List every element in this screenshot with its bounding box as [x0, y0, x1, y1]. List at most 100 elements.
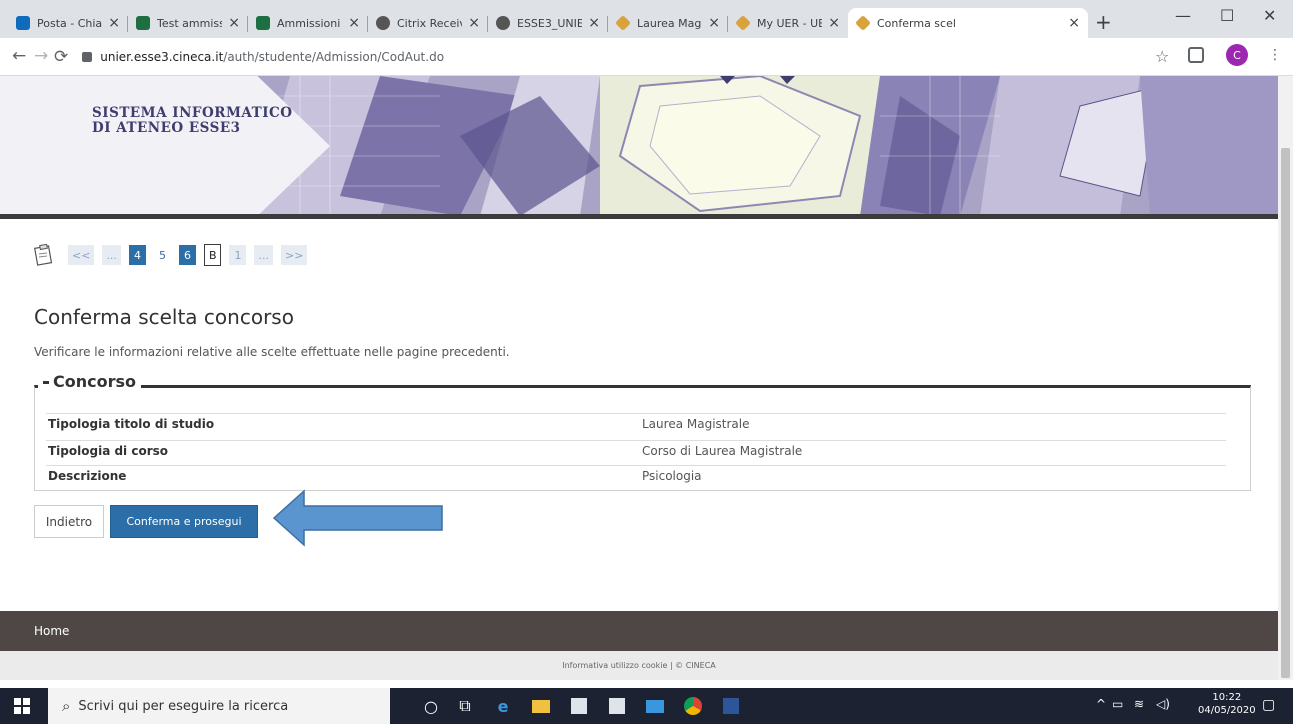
pager-step-6[interactable]: 6 [178, 245, 196, 265]
row-label: Descrizione [48, 469, 127, 483]
tab-title: Test ammissio [157, 16, 223, 30]
search-icon: ⌕ [62, 697, 71, 715]
pager-step-4[interactable]: 4 [128, 245, 146, 265]
pager-current-step: B [203, 244, 222, 266]
browser-toolbar: ← → ⟳ ⟳ unier.esse3.cineca.it /auth/stud… [0, 38, 1293, 76]
notifications-icon[interactable]: ▢ [1262, 697, 1275, 713]
cortana-icon[interactable]: ○ [418, 694, 444, 718]
tab-title: My UER - UER [757, 16, 823, 30]
gift-icon[interactable] [604, 694, 630, 718]
row-label: Tipologia di corso [48, 444, 169, 458]
pager-step-1[interactable]: 1 [229, 245, 247, 265]
tab-close-icon[interactable]: × [1068, 15, 1080, 31]
tab-title: ESSE3_UNIER [517, 16, 583, 30]
browser-tab[interactable]: Citrix Receiver × [368, 8, 488, 38]
search-placeholder: Scrivi qui per eseguire la ricerca [78, 698, 289, 714]
pager-step-5[interactable]: 5 [154, 245, 171, 265]
globe-icon [496, 16, 510, 30]
tab-close-icon[interactable]: × [348, 15, 360, 31]
browser-tab[interactable]: Test ammissio × [128, 8, 248, 38]
new-tab-icon[interactable]: + [1095, 10, 1112, 34]
lock-icon [82, 52, 93, 62]
tray-chevron-icon[interactable]: ^ [1096, 697, 1106, 711]
banner-title: SISTEMA INFORMATICO DI ATENEO ESSE3 [92, 106, 293, 136]
reload-icon[interactable]: ⟳ [54, 47, 68, 67]
footer-nav: Home [0, 611, 1278, 651]
excel-icon [136, 16, 150, 30]
pager-ellipsis: ... [254, 245, 273, 265]
menu-dots-icon[interactable]: ⋮ [1268, 47, 1282, 63]
wifi-icon[interactable]: ≋ [1134, 697, 1144, 711]
outlook-icon [16, 16, 30, 30]
browser-tab-active[interactable]: Conferma scel × [848, 8, 1088, 38]
browser-tab[interactable]: Ammissioni M × [248, 8, 368, 38]
edge-icon[interactable]: e [490, 694, 516, 718]
volume-icon[interactable]: ◁) [1156, 697, 1170, 711]
mail-icon[interactable] [642, 694, 668, 718]
battery-icon[interactable]: ▭ [1112, 697, 1123, 711]
tab-close-icon[interactable]: × [708, 15, 720, 31]
footer-home-link[interactable]: Home [34, 624, 69, 638]
browser-tab[interactable]: ESSE3_UNIER × [488, 8, 608, 38]
tab-close-icon[interactable]: × [108, 15, 120, 31]
excel-icon [256, 16, 270, 30]
legend-text: Concorso [53, 372, 137, 391]
tab-close-icon[interactable]: × [468, 15, 480, 31]
pager-ellipsis: ... [102, 245, 121, 265]
banner-title-line2: DI ATENEO ESSE3 [92, 120, 241, 136]
back-arrow-icon[interactable]: ← [12, 46, 26, 66]
profile-avatar[interactable]: C [1226, 44, 1248, 66]
tab-title: Citrix Receiver [397, 16, 462, 30]
confirm-button[interactable]: Conferma e prosegui [110, 505, 258, 538]
file-explorer-icon[interactable] [528, 694, 554, 718]
row-value: Laurea Magistrale [642, 417, 750, 431]
uer-icon [615, 15, 631, 31]
fieldset-legend: Concorso [38, 372, 142, 391]
windows-taskbar: ⌕ Scrivi qui per eseguire la ricerca ○ ⧉… [0, 688, 1293, 724]
forward-arrow-icon[interactable]: → [34, 46, 48, 66]
task-view-icon[interactable]: ⧉ [452, 694, 478, 718]
tab-title: Laurea Magist [637, 16, 702, 30]
extension-icon[interactable] [1188, 47, 1204, 63]
maximize-icon[interactable]: ☐ [1220, 6, 1234, 25]
row-label: Tipologia titolo di studio [48, 417, 215, 431]
tab-close-icon[interactable]: × [228, 15, 240, 31]
pager-last[interactable]: >> [280, 245, 308, 265]
pager-first[interactable]: << [68, 245, 95, 265]
word-icon[interactable] [718, 694, 744, 718]
tab-title: Ammissioni M [277, 16, 342, 30]
table-row: Descrizione Psicologia [46, 465, 1226, 485]
browser-tab[interactable]: Laurea Magist × [608, 8, 728, 38]
taskbar-search-input[interactable]: ⌕ Scrivi qui per eseguire la ricerca [48, 688, 390, 724]
back-button[interactable]: Indietro [34, 505, 104, 538]
url-path: /auth/studente/Admission/CodAut.do [223, 50, 445, 64]
clipboard-icon [34, 244, 53, 266]
close-window-icon[interactable]: ✕ [1263, 6, 1276, 25]
site-banner: SISTEMA INFORMATICO DI ATENEO ESSE3 [0, 76, 1278, 216]
table-row: Tipologia di corso Corso di Laurea Magis… [46, 440, 1226, 460]
chrome-icon[interactable] [680, 694, 706, 718]
clock-time: 10:22 [1212, 692, 1242, 703]
tab-close-icon[interactable]: × [588, 15, 600, 31]
uer-icon [855, 15, 871, 31]
browser-tab[interactable]: My UER - UER × [728, 8, 848, 38]
tab-title: Posta - Chiara [37, 16, 103, 30]
scrollbar-thumb[interactable] [1281, 148, 1290, 678]
uer-icon [735, 15, 751, 31]
bookmark-star-icon[interactable]: ☆ [1155, 47, 1169, 66]
minimize-icon[interactable]: — [1175, 6, 1191, 25]
legend-bar [43, 381, 49, 384]
windows-start-icon[interactable] [14, 698, 30, 714]
pointer-arrow-annotation [272, 489, 443, 547]
citrix-icon [376, 16, 390, 30]
row-value: Corso di Laurea Magistrale [642, 444, 803, 458]
tab-close-icon[interactable]: × [828, 15, 840, 31]
browser-tab[interactable]: Posta - Chiara × [8, 8, 128, 38]
address-bar[interactable]: ⟳ unier.esse3.cineca.it /auth/studente/A… [54, 44, 1120, 70]
store-icon[interactable] [566, 694, 592, 718]
url-host: unier.esse3.cineca.it [100, 50, 224, 64]
wizard-pager: << ... 4 5 6 B 1 ... >> [34, 243, 315, 267]
footer-info-text[interactable]: Informativa utilizzo cookie | © CINECA [562, 661, 716, 670]
page-description: Verificare le informazioni relative alle… [34, 345, 510, 359]
taskbar-clock[interactable]: 10:22 04/05/2020 [1198, 691, 1256, 717]
